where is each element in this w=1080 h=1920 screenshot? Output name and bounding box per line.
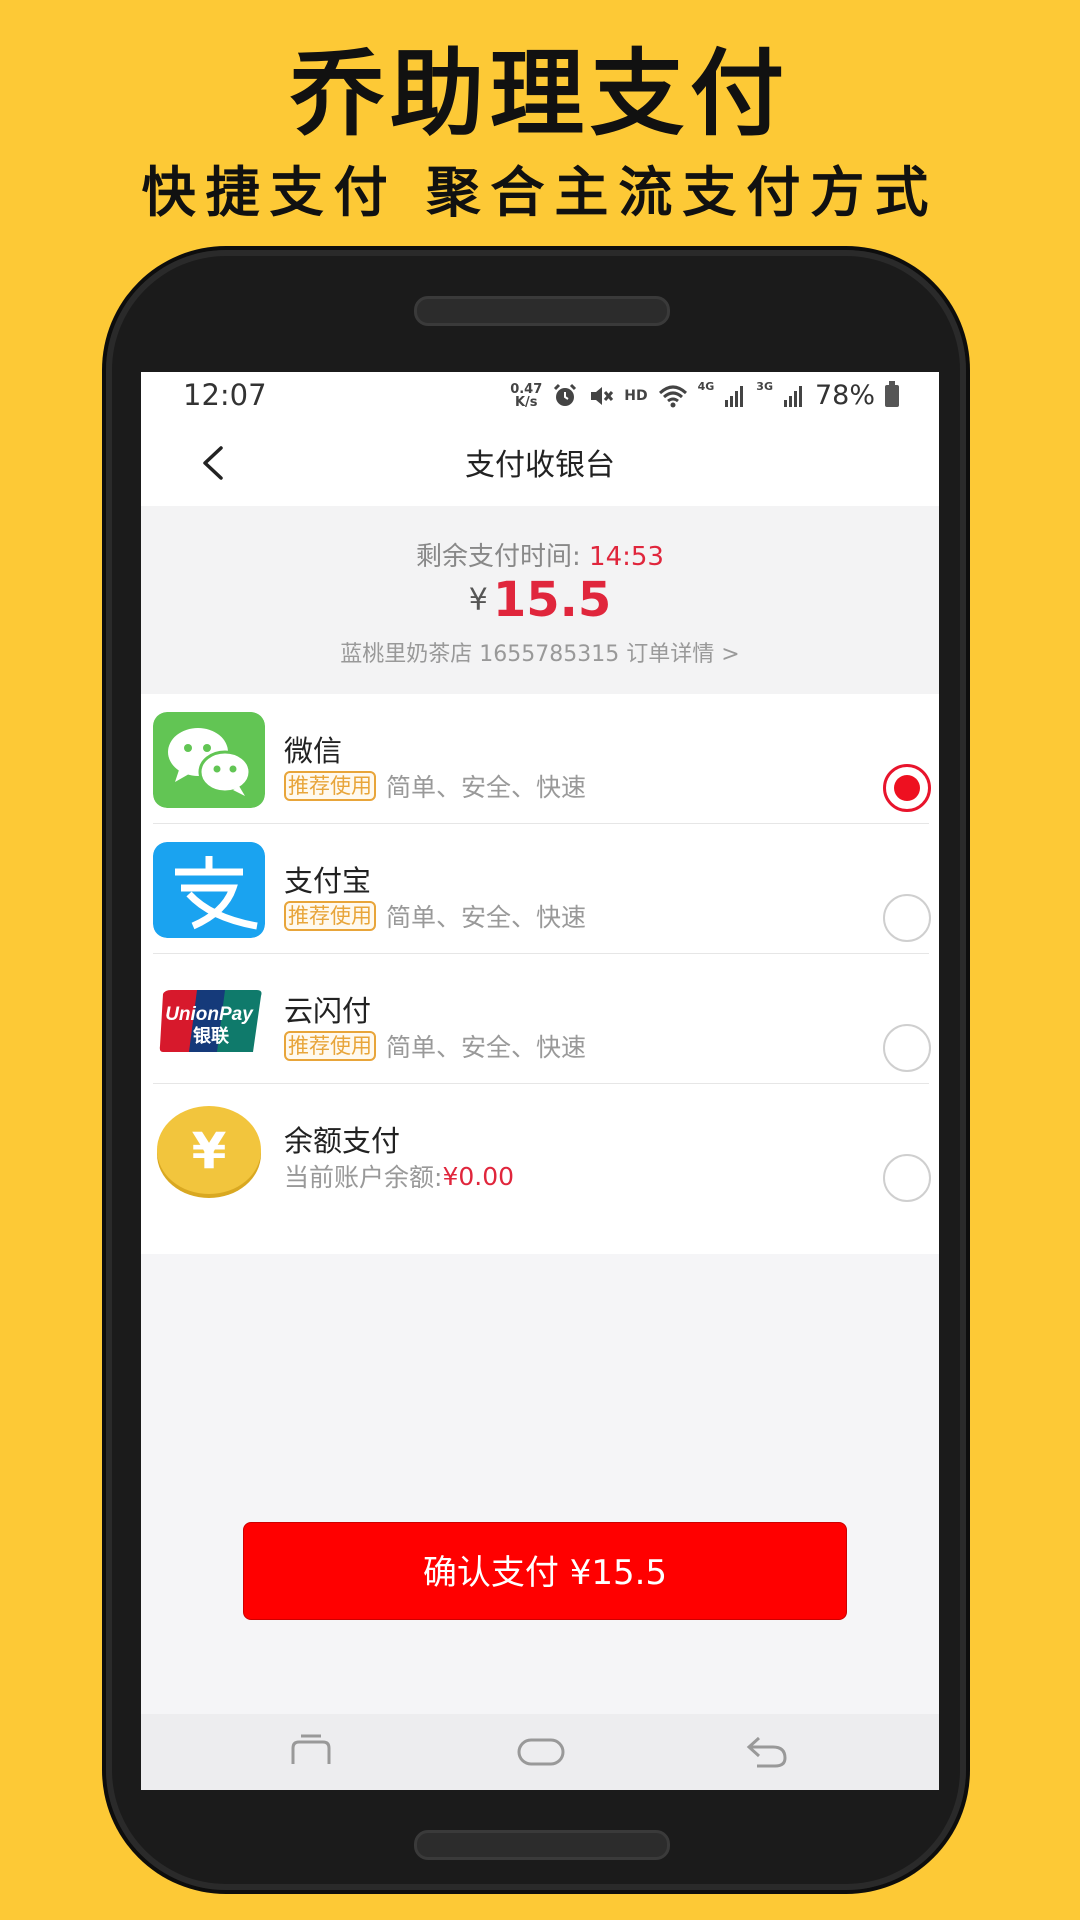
signal-4g-icon <box>725 385 744 407</box>
method-name: 云闪付 <box>284 994 372 1028</box>
network-3g-label: 3G <box>756 380 773 393</box>
home-icon[interactable] <box>516 1734 566 1770</box>
phone-speaker-bottom <box>414 1830 670 1860</box>
status-icons: 0.47 K/s HD 4G 3G 78% <box>510 380 899 411</box>
network-4g-label: 4G <box>697 380 715 393</box>
remaining-time-value: 14:53 <box>589 542 664 572</box>
method-subline: 当前账户余额: ¥0.00 <box>284 1158 514 1194</box>
recommended-tag: 推荐使用 <box>284 901 376 931</box>
amount-line: ¥ 15.5 <box>141 572 939 628</box>
balance-label: 当前账户余额: <box>284 1163 443 1192</box>
wifi-icon <box>658 385 687 407</box>
network-speed-value: 0.47 <box>510 381 543 397</box>
method-name: 微信 <box>284 734 343 768</box>
payment-method-balance[interactable]: ¥ 余额支付 当前账户余额: ¥0.00 <box>141 1084 939 1214</box>
radio-unionpay[interactable] <box>883 1024 931 1072</box>
method-name: 支付宝 <box>284 864 372 898</box>
signal-3g-icon <box>783 385 802 407</box>
radio-wechat[interactable] <box>883 764 931 812</box>
method-name: 余额支付 <box>284 1124 401 1158</box>
amount-currency: ¥ <box>468 582 488 618</box>
mute-icon <box>591 386 614 405</box>
promo-title: 乔助理支付 <box>289 39 790 149</box>
battery-percent: 78% <box>814 380 875 411</box>
phone-screen: 12:07 0.47 K/s HD 4G 3G 78% 支付收银台 剩余支付时间… <box>141 372 939 1790</box>
system-nav-bar <box>141 1714 939 1790</box>
method-description: 简单、安全、快速 <box>386 773 587 802</box>
recent-apps-icon[interactable] <box>287 1734 335 1770</box>
payment-method-alipay[interactable]: 支付宝 推荐使用 简单、安全、快速 <box>141 824 939 954</box>
unionpay-icon: UnionPay 银联 <box>159 990 262 1052</box>
phone-frame: 12:07 0.47 K/s HD 4G 3G 78% 支付收银台 剩余支付时间… <box>106 250 966 1890</box>
method-description: 简单、安全、快速 <box>386 1033 587 1062</box>
network-speed: 0.47 K/s <box>510 383 542 409</box>
nav-bar: 支付收银台 <box>141 422 939 506</box>
alipay-icon <box>153 842 265 938</box>
recommended-tag: 推荐使用 <box>284 771 376 801</box>
phone-speaker <box>414 296 670 326</box>
payment-method-wechat[interactable]: 微信 推荐使用 简单、安全、快速 <box>141 694 939 824</box>
order-details-link[interactable]: 蓝桃里奶茶店 1655785315 订单详情 > <box>141 636 939 668</box>
radio-balance[interactable] <box>883 1154 931 1202</box>
network-speed-unit: K/s <box>514 394 538 410</box>
status-time: 12:07 <box>183 378 267 412</box>
yen-coin-icon: ¥ <box>157 1106 261 1198</box>
payment-summary: 剩余支付时间: 14:53 ¥ 15.5 蓝桃里奶茶店 1655785315 订… <box>141 506 939 694</box>
page-title: 支付收银台 <box>465 448 615 483</box>
recommended-tag: 推荐使用 <box>284 1031 376 1061</box>
method-subline: 推荐使用 简单、安全、快速 <box>284 898 586 934</box>
remaining-time-line: 剩余支付时间: 14:53 <box>141 536 939 573</box>
alarm-icon <box>554 383 577 406</box>
confirm-pay-button[interactable]: 确认支付 ¥15.5 <box>243 1522 847 1620</box>
payment-methods: 微信 推荐使用 简单、安全、快速 支付宝 推荐使用 简单、安全、快速 Union… <box>141 694 939 1254</box>
hd-indicator: HD <box>624 387 648 404</box>
method-description: 简单、安全、快速 <box>386 903 587 932</box>
wechat-icon <box>153 712 265 808</box>
promo-subtitle: 快捷支付 聚合主流支付方式 <box>141 160 939 224</box>
unionpay-logo-text-cn: 银联 <box>193 1025 229 1047</box>
balance-amount: ¥0.00 <box>442 1161 515 1191</box>
payment-method-unionpay[interactable]: UnionPay 银联 云闪付 推荐使用 简单、安全、快速 <box>141 954 939 1084</box>
unionpay-logo-text: UnionPay <box>165 1004 254 1025</box>
method-subline: 推荐使用 简单、安全、快速 <box>284 768 586 804</box>
back-nav-icon[interactable] <box>745 1734 789 1770</box>
radio-alipay[interactable] <box>883 894 931 942</box>
status-bar: 12:07 0.47 K/s HD 4G 3G 78% <box>141 372 939 422</box>
battery-icon <box>885 380 899 407</box>
remaining-time-label: 剩余支付时间: <box>416 542 590 572</box>
method-subline: 推荐使用 简单、安全、快速 <box>284 1028 586 1064</box>
yen-coin-symbol: ¥ <box>192 1122 227 1180</box>
amount-value: 15.5 <box>492 572 612 628</box>
